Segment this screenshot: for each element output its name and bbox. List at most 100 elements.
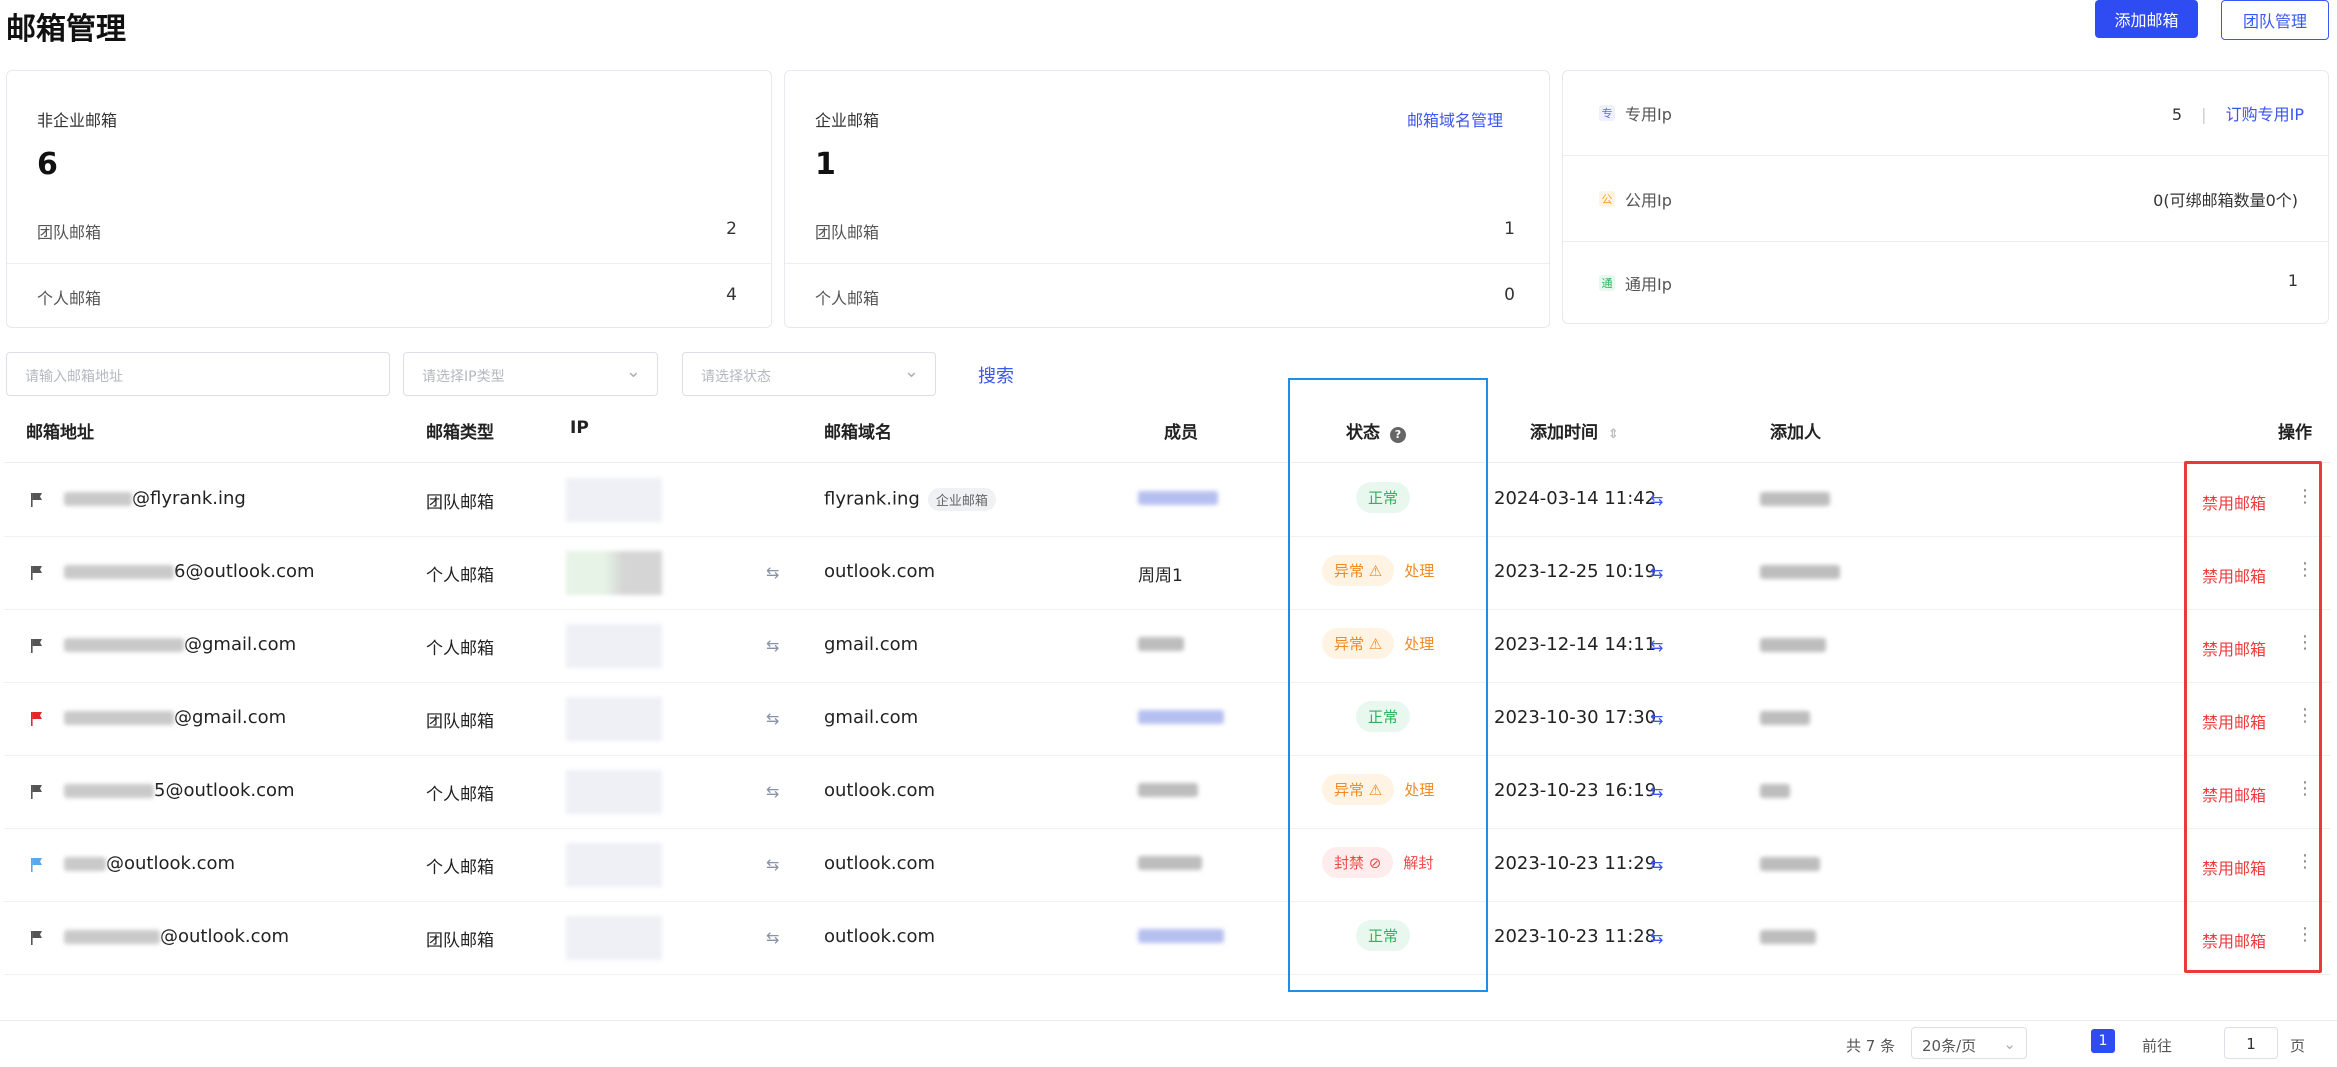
redacted-text	[1138, 783, 1198, 797]
switch-icon[interactable]: ⇆	[1650, 490, 1663, 509]
ip-redacted	[566, 478, 662, 522]
domain-management-link[interactable]: 邮箱域名管理	[1407, 107, 1503, 131]
page-word: 页	[2290, 1037, 2306, 1055]
switch-icon[interactable]: ⇆	[1650, 636, 1663, 655]
type-cell: 个人邮箱	[426, 858, 494, 878]
email-cell: @outlook.com	[64, 926, 289, 947]
switch-icon[interactable]: ⇆	[1650, 928, 1663, 947]
stat-row: 个人邮箱 4	[7, 265, 771, 329]
member-cell	[1138, 634, 1184, 654]
placeholder: 请输入邮箱地址	[25, 369, 123, 385]
flag-icon[interactable]	[30, 784, 44, 800]
flag-icon[interactable]	[30, 711, 44, 727]
flag-icon[interactable]	[30, 638, 44, 654]
card-count: 1	[815, 147, 836, 182]
time-cell: 2023-10-23 11:29	[1494, 853, 1657, 874]
swap-icon[interactable]: ⇆	[766, 563, 779, 582]
ip-value: 5 | 订购专用IP	[2171, 105, 2304, 124]
goto-label: 前往	[2142, 1037, 2173, 1055]
stat-name: 团队邮箱	[37, 223, 102, 242]
team-management-button[interactable]: 团队管理	[2221, 0, 2329, 40]
email-search-input[interactable]: 请输入邮箱地址	[6, 352, 390, 396]
redacted-text	[1760, 711, 1810, 725]
ip-redacted	[566, 916, 662, 960]
col-time[interactable]: 添加时间 ⇕	[1530, 418, 1619, 443]
time-cell: 2023-10-23 11:28	[1494, 926, 1657, 947]
table-row: @gmail.com 个人邮箱 ⇆ gmail.com 异常 ⚠ 处理 2023…	[4, 610, 2331, 683]
ip-card: 专 专用Ip 5 | 订购专用IP 公 公用Ip 0(可绑邮箱数量0个) 通 通…	[1562, 70, 2329, 324]
type-cell: 团队邮箱	[426, 712, 494, 732]
ip-value: 1	[2287, 271, 2298, 290]
member-cell	[1138, 488, 1218, 508]
status-highlight-box	[1288, 378, 1488, 992]
public-ip-icon: 公	[1599, 191, 1615, 207]
non-enterprise-card: 非企业邮箱 6 团队邮箱 2 个人邮箱 4	[6, 70, 772, 328]
redacted-text	[64, 565, 174, 579]
page-title: 邮箱管理	[6, 12, 126, 47]
switch-icon[interactable]: ⇆	[1650, 782, 1663, 801]
card-title: 非企业邮箱	[37, 111, 118, 130]
status-select[interactable]: 请选择状态 ⌄	[682, 352, 936, 396]
email-text: @outlook.com	[160, 926, 290, 947]
page-1-button[interactable]: 1	[2091, 1029, 2115, 1053]
type-cell: 团队邮箱	[426, 931, 494, 951]
type-cell: 个人邮箱	[426, 785, 494, 805]
swap-icon[interactable]: ⇆	[766, 636, 779, 655]
stat-value: 0	[1504, 285, 1515, 305]
email-text: @outlook.com	[106, 853, 236, 874]
goto-page-input[interactable]: 1	[2224, 1027, 2278, 1059]
stat-row: 团队邮箱 2	[7, 199, 771, 263]
member-cell	[1138, 853, 1202, 873]
redacted-text	[1760, 638, 1826, 652]
ip-name: 通用Ip	[1625, 275, 1672, 294]
actions-highlight-box	[2184, 461, 2322, 973]
col-action: 操作	[2278, 423, 2312, 443]
table-row: @outlook.com 团队邮箱 ⇆ outlook.com 正常 2023-…	[4, 902, 2331, 975]
enterprise-card: 企业邮箱 邮箱域名管理 1 团队邮箱 1 个人邮箱 0	[784, 70, 1550, 328]
redacted-text	[1760, 784, 1790, 798]
page-size-select[interactable]: 20条/页 ⌄	[1911, 1027, 2027, 1059]
flag-icon[interactable]	[30, 565, 44, 581]
redacted-text	[64, 930, 160, 944]
redacted-text	[1138, 710, 1224, 724]
placeholder: 请选择IP类型	[422, 369, 505, 385]
enterprise-tag: 企业邮箱	[927, 488, 996, 511]
domain-cell: gmail.com	[824, 634, 918, 655]
col-creator: 添加人	[1770, 423, 1821, 443]
order-dedicated-ip-link[interactable]: 订购专用IP	[2226, 105, 2304, 124]
table-row: 5@outlook.com 个人邮箱 ⇆ outlook.com 异常 ⚠ 处理…	[4, 756, 2331, 829]
chevron-down-icon: ⌄	[625, 361, 641, 382]
domain-text: gmail.com	[824, 707, 919, 728]
search-button[interactable]: 搜索	[978, 362, 1014, 388]
creator-cell	[1760, 707, 1810, 728]
stat-row: 个人邮箱 0	[785, 265, 1549, 329]
stat-value: 2	[726, 219, 737, 239]
add-mailbox-button[interactable]: 添加邮箱	[2095, 0, 2198, 38]
sort-icon[interactable]: ⇕	[1608, 427, 1619, 442]
redacted-text	[1138, 929, 1224, 943]
redacted-text	[1760, 857, 1820, 871]
flag-icon[interactable]	[30, 857, 44, 873]
member-cell: 周周1	[1138, 561, 1183, 586]
switch-icon[interactable]: ⇆	[1650, 563, 1663, 582]
creator-cell	[1760, 926, 1816, 947]
stat-name: 团队邮箱	[815, 223, 880, 242]
swap-icon[interactable]: ⇆	[766, 855, 779, 874]
stat-name: 个人邮箱	[37, 289, 102, 308]
flag-icon[interactable]	[30, 930, 44, 946]
col-ip: IP	[570, 418, 589, 438]
swap-icon[interactable]: ⇆	[766, 709, 779, 728]
switch-icon[interactable]: ⇆	[1650, 855, 1663, 874]
ip-value: 0(可绑邮箱数量0个)	[2153, 191, 2298, 210]
total-count: 共 7 条	[1846, 1037, 1896, 1055]
switch-icon[interactable]: ⇆	[1650, 709, 1663, 728]
creator-cell	[1760, 561, 1840, 582]
general-ip-row: 通 通用Ip 1	[1563, 241, 2328, 325]
swap-icon[interactable]: ⇆	[766, 782, 779, 801]
creator-cell	[1760, 780, 1790, 801]
swap-icon[interactable]: ⇆	[766, 928, 779, 947]
ip-redacted	[566, 624, 662, 668]
flag-icon[interactable]	[30, 492, 44, 508]
ip-type-select[interactable]: 请选择IP类型 ⌄	[403, 352, 658, 396]
ip-name: 专用Ip	[1625, 105, 1672, 124]
